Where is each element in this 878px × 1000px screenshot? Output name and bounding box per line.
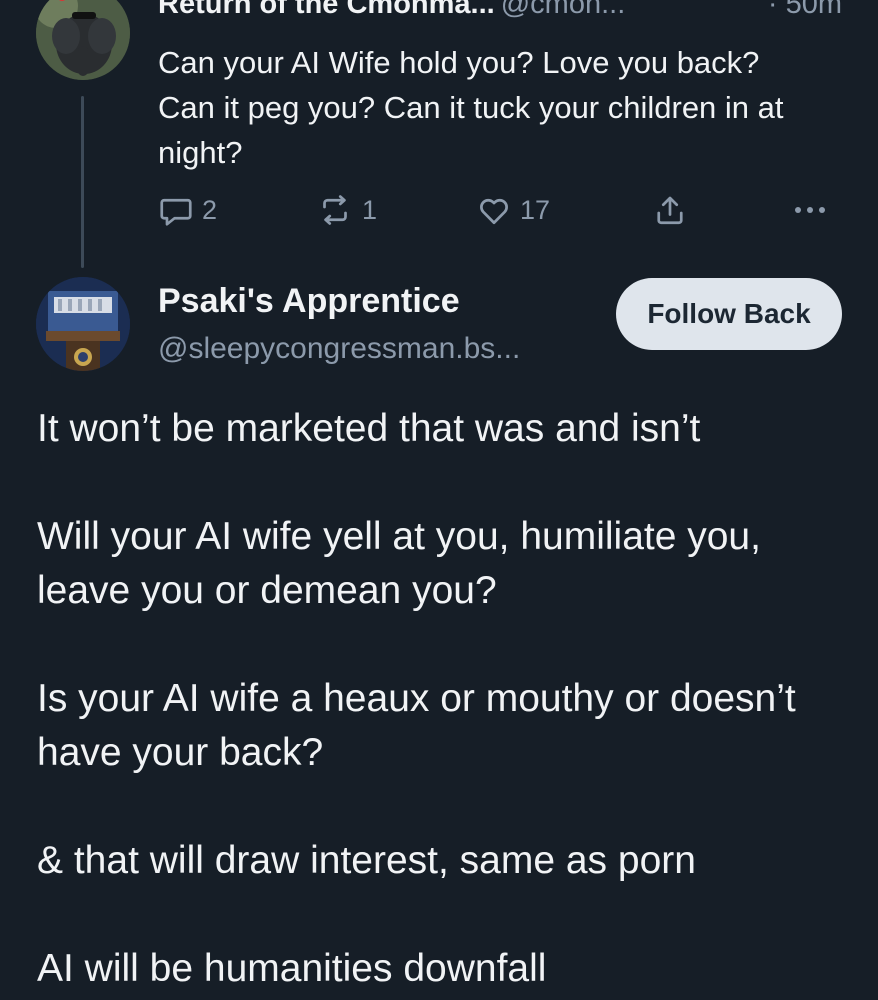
post-text: Can your AI Wife hold you? Love you back… bbox=[158, 45, 784, 170]
author-name[interactable]: Return of the Cmonma... bbox=[158, 0, 495, 20]
share-icon bbox=[657, 196, 683, 225]
more-icon bbox=[795, 207, 825, 213]
avatar[interactable] bbox=[36, 0, 130, 80]
like-count: 17 bbox=[520, 194, 551, 225]
repost-button[interactable]: 1 bbox=[316, 192, 377, 228]
post-paragraph: Will your AI wife yell at you, humiliate… bbox=[37, 515, 761, 612]
reply-icon bbox=[160, 198, 192, 226]
parent-post-header: Return of the Cmonma... @cmon... · 50m bbox=[158, 0, 842, 28]
repost-count: 1 bbox=[362, 194, 378, 225]
repost-icon bbox=[323, 195, 347, 225]
post-text: It won’t be marketed that was and isn’t … bbox=[37, 402, 857, 1000]
post-paragraph: AI will be humanities downfall bbox=[37, 947, 547, 990]
avatar[interactable] bbox=[36, 277, 130, 371]
white-house-briefing-avatar-image bbox=[36, 277, 130, 371]
post-paragraph: Is your AI wife a heaux or mouthy or doe… bbox=[37, 677, 796, 774]
thread-view: Return of the Cmonma... @cmon... · 50m Ca… bbox=[0, 0, 878, 1000]
reply-count: 2 bbox=[202, 194, 218, 225]
share-button[interactable] bbox=[652, 192, 688, 228]
reply-button[interactable]: 2 bbox=[158, 192, 217, 228]
more-options-button[interactable] bbox=[790, 192, 830, 228]
like-button[interactable]: 17 bbox=[476, 192, 550, 228]
follow-back-button[interactable]: Follow Back bbox=[616, 278, 842, 350]
thread-connector-line bbox=[81, 96, 84, 268]
author-handle[interactable]: @cmon... bbox=[501, 0, 626, 20]
post-actions-bar: 2 1 17 bbox=[158, 192, 830, 228]
author-name[interactable]: Psaki's Apprentice bbox=[158, 282, 460, 321]
like-icon bbox=[480, 198, 508, 225]
post-paragraph: & that will draw interest, same as porn bbox=[37, 839, 696, 882]
elephant-avatar-image bbox=[36, 0, 130, 80]
post-paragraph: It won’t be marketed that was and isn’t bbox=[37, 407, 701, 450]
post-timestamp: · 50m bbox=[767, 0, 842, 20]
author-handle[interactable]: @sleepycongressman.bs... bbox=[158, 332, 520, 366]
